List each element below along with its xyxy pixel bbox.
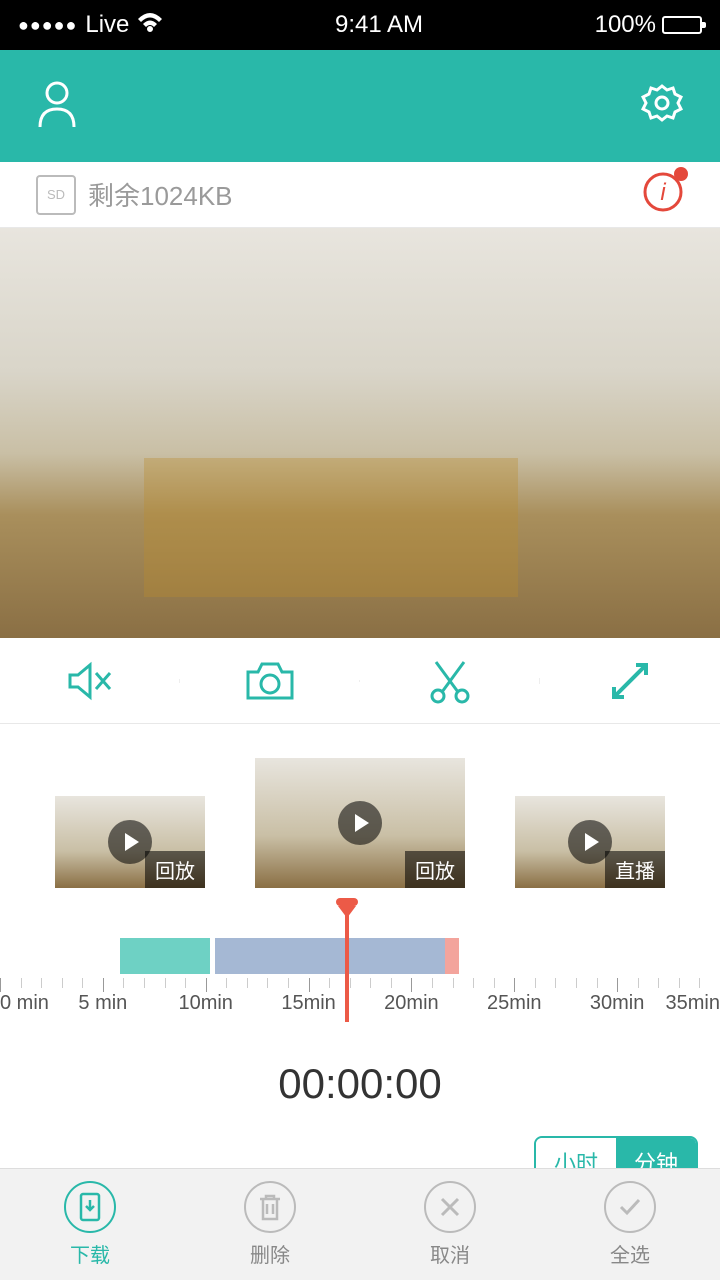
sdcard-icon: SD: [36, 175, 76, 215]
tick-label: 5 min: [78, 992, 127, 1015]
playhead[interactable]: [345, 900, 349, 1022]
segment-teal: [120, 938, 210, 974]
battery-label: 100%: [595, 11, 656, 39]
profile-icon[interactable]: [36, 79, 78, 134]
tick-label: 25min: [487, 992, 541, 1015]
tick-label: 0 min: [0, 992, 49, 1015]
check-icon: [604, 1181, 656, 1233]
trash-icon: [244, 1181, 296, 1233]
mute-button[interactable]: [0, 659, 180, 703]
cancel-label: 取消: [430, 1239, 470, 1268]
cancel-button[interactable]: 取消: [360, 1169, 540, 1280]
video-preview[interactable]: [0, 228, 720, 638]
segment-red: [445, 938, 459, 974]
download-button[interactable]: 下载: [0, 1169, 180, 1280]
select-all-button[interactable]: 全选: [540, 1169, 720, 1280]
timer-display: 00:00:00: [0, 1042, 720, 1126]
timeline-track: [0, 938, 720, 974]
thumbnail-live[interactable]: 直播: [515, 796, 665, 888]
close-icon: [424, 1181, 476, 1233]
delete-button[interactable]: 删除: [180, 1169, 360, 1280]
fullscreen-button[interactable]: [540, 659, 720, 703]
bottom-toolbar: 下载 删除 取消 全选: [0, 1168, 720, 1280]
cut-button[interactable]: [360, 658, 540, 704]
tick-label: 10min: [178, 992, 232, 1015]
tick-label: 35min: [666, 992, 720, 1015]
signal-dots-icon: ●●●●●: [18, 15, 77, 36]
segment-blue: [215, 938, 445, 974]
select-all-label: 全选: [610, 1239, 650, 1268]
carrier-label: Live: [85, 11, 129, 39]
download-icon: [64, 1181, 116, 1233]
snapshot-button[interactable]: [180, 660, 360, 702]
download-label: 下载: [70, 1239, 110, 1268]
thumb-label: 直播: [605, 851, 665, 888]
notification-dot-icon: [674, 167, 688, 181]
thumbnail-replay-2[interactable]: 回放: [255, 758, 465, 888]
storage-bar: SD 剩余1024KB i: [0, 162, 720, 228]
thumb-label: 回放: [405, 851, 465, 888]
delete-label: 删除: [250, 1239, 290, 1268]
storage-left: SD 剩余1024KB: [36, 175, 233, 215]
gear-icon[interactable]: [640, 82, 684, 131]
thumbnail-replay-1[interactable]: 回放: [55, 796, 205, 888]
storage-label: 剩余1024KB: [88, 176, 233, 213]
status-bar: ●●●●● Live 9:41 AM 100%: [0, 0, 720, 50]
thumb-label: 回放: [145, 851, 205, 888]
play-icon: [338, 801, 382, 845]
status-right: 100%: [595, 11, 702, 39]
tick-label: 30min: [590, 992, 644, 1015]
timeline[interactable]: 0 min 5 min 10min 15min 20min 25min 30min 35min: [0, 908, 720, 1042]
timeline-tick-labels: 0 min 5 min 10min 15min 20min 25min 30min 35min: [0, 992, 720, 1022]
app-header: [0, 50, 720, 162]
tick-label: 20min: [384, 992, 438, 1015]
action-toolbar: [0, 638, 720, 724]
battery-icon: [662, 16, 702, 34]
svg-text:i: i: [660, 179, 666, 206]
timeline-ticks: [0, 978, 720, 992]
tick-label: 15min: [281, 992, 335, 1015]
info-button[interactable]: i: [642, 171, 684, 218]
status-time: 9:41 AM: [335, 11, 423, 39]
status-left: ●●●●● Live: [18, 11, 163, 39]
thumbnail-row: 回放 回放 直播: [0, 724, 720, 908]
wifi-icon: [137, 11, 163, 39]
